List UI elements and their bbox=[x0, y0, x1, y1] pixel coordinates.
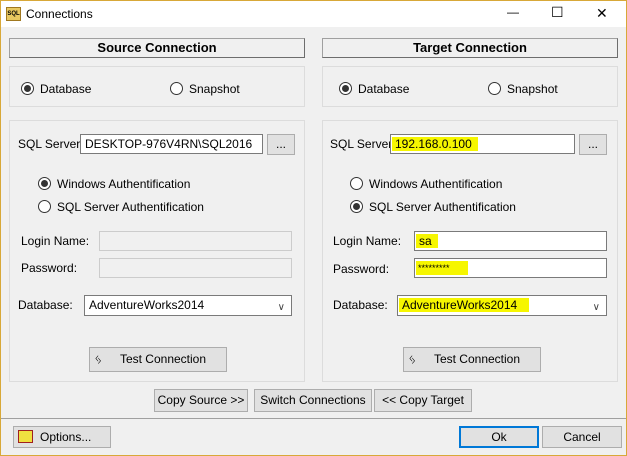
options-button[interactable]: Options... bbox=[13, 426, 111, 448]
close-button[interactable]: ✕ bbox=[596, 5, 608, 22]
plug-icon: ᛃ bbox=[94, 351, 103, 367]
source-sql-server-input[interactable]: DESKTOP-976V4RN\SQL2016 bbox=[80, 134, 263, 154]
target-database-radio[interactable] bbox=[339, 82, 352, 95]
target-browse-button[interactable]: ... bbox=[579, 134, 607, 155]
source-password-input[interactable] bbox=[99, 258, 292, 278]
source-database-select[interactable]: AdventureWorks2014 ∨ bbox=[84, 295, 292, 316]
window-title: Connections bbox=[26, 7, 93, 21]
target-snapshot-label[interactable]: Snapshot bbox=[507, 82, 558, 96]
chevron-down-icon: ∨ bbox=[277, 302, 285, 313]
ok-button[interactable]: Ok bbox=[459, 426, 539, 448]
target-database-select[interactable]: AdventureWorks2014 ∨ bbox=[397, 295, 607, 316]
target-sql-server-input[interactable]: 192.168.0.100 bbox=[390, 134, 575, 154]
options-icon bbox=[18, 430, 33, 443]
target-windows-auth-radio[interactable] bbox=[350, 177, 363, 190]
source-windows-auth-label[interactable]: Windows Authentification bbox=[57, 177, 190, 191]
chevron-down-icon: ∨ bbox=[592, 302, 600, 313]
target-password-label: Password: bbox=[333, 262, 390, 276]
source-snapshot-label[interactable]: Snapshot bbox=[189, 82, 240, 96]
source-login-label: Login Name: bbox=[21, 234, 90, 248]
target-header: Target Connection bbox=[322, 38, 618, 58]
sql-app-icon: SQL bbox=[6, 7, 21, 21]
source-header: Source Connection bbox=[9, 38, 305, 58]
target-test-connection-button[interactable]: ᛃ Test Connection bbox=[403, 347, 541, 372]
source-test-connection-button[interactable]: ᛃ Test Connection bbox=[89, 347, 227, 372]
target-database-label: Database: bbox=[333, 298, 388, 312]
title-bar: SQL Connections — ☐ ✕ bbox=[1, 1, 626, 27]
source-login-input[interactable] bbox=[99, 231, 292, 251]
source-password-label: Password: bbox=[21, 261, 78, 275]
source-windows-auth-radio[interactable] bbox=[38, 177, 51, 190]
maximize-button[interactable]: ☐ bbox=[551, 4, 564, 21]
target-database-label[interactable]: Database bbox=[358, 82, 409, 96]
source-database-radio[interactable] bbox=[21, 82, 34, 95]
footer-divider bbox=[1, 418, 626, 419]
source-sql-auth-radio[interactable] bbox=[38, 200, 51, 213]
source-snapshot-radio[interactable] bbox=[170, 82, 183, 95]
source-sql-server-label: SQL Server: bbox=[18, 137, 84, 151]
source-settings-panel: SQL Server: DESKTOP-976V4RN\SQL2016 ... … bbox=[9, 120, 305, 382]
source-database-label: Database: bbox=[18, 298, 73, 312]
target-settings-panel: SQL Server: 192.168.0.100 ... Windows Au… bbox=[322, 120, 618, 382]
target-mode-panel: Database Snapshot bbox=[322, 66, 618, 107]
target-sql-server-label: SQL Server: bbox=[330, 137, 396, 151]
source-sql-auth-label[interactable]: SQL Server Authentification bbox=[57, 200, 204, 214]
target-sql-auth-radio[interactable] bbox=[350, 200, 363, 213]
target-login-input[interactable]: sa bbox=[414, 231, 607, 251]
source-database-value: AdventureWorks2014 bbox=[89, 298, 205, 312]
source-mode-panel: Database Snapshot bbox=[9, 66, 305, 107]
target-login-label: Login Name: bbox=[333, 234, 402, 248]
target-sql-auth-label[interactable]: SQL Server Authentification bbox=[369, 200, 516, 214]
copy-source-button[interactable]: Copy Source >> bbox=[154, 389, 248, 412]
connections-dialog: SQL Connections — ☐ ✕ Source Connection … bbox=[0, 0, 627, 456]
copy-target-button[interactable]: << Copy Target bbox=[374, 389, 472, 412]
switch-connections-button[interactable]: Switch Connections bbox=[254, 389, 372, 412]
target-windows-auth-label[interactable]: Windows Authentification bbox=[369, 177, 502, 191]
plug-icon: ᛃ bbox=[408, 351, 417, 367]
cancel-button[interactable]: Cancel bbox=[542, 426, 622, 448]
source-database-label[interactable]: Database bbox=[40, 82, 91, 96]
target-password-input[interactable]: ********* bbox=[414, 258, 607, 278]
target-snapshot-radio[interactable] bbox=[488, 82, 501, 95]
source-browse-button[interactable]: ... bbox=[267, 134, 295, 155]
minimize-button[interactable]: — bbox=[507, 5, 519, 19]
